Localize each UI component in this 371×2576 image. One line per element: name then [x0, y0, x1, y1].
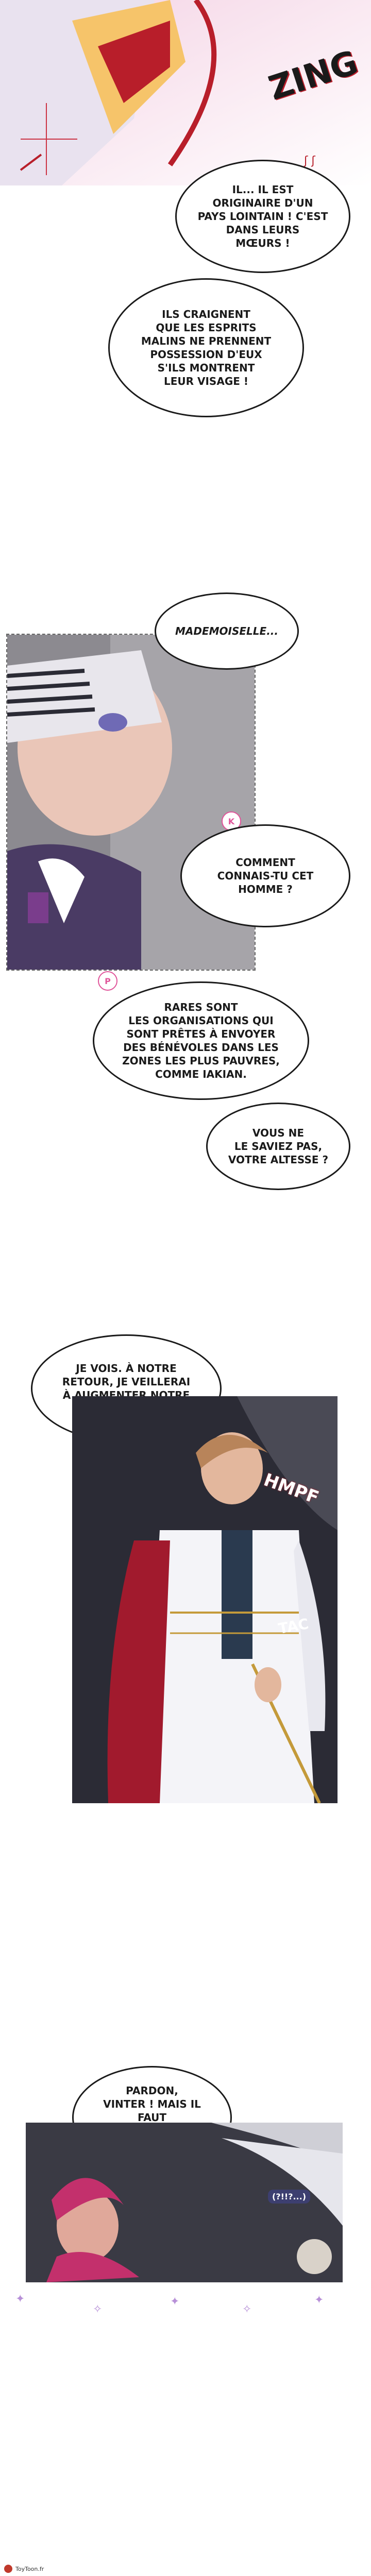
site-name: ToyToon.fr — [15, 2565, 44, 2572]
star-deco-1: ✦ — [15, 2293, 25, 2306]
prince-art — [72, 1396, 338, 1803]
masked-man-art — [7, 635, 255, 970]
star-deco-4: ✧ — [242, 2303, 252, 2316]
speech-bubble-5: RARES SONT LES ORGANISATIONS QUI SONT PR… — [93, 981, 309, 1100]
speech-bubble-2: ILS CRAIGNENT QUE LES ESPRITS MALINS NE … — [108, 278, 304, 417]
star-deco-3: ✦ — [170, 2295, 180, 2308]
speech-bubble-1: IL... IL EST ORIGINAIRE D'UN PAYS LOINTA… — [175, 160, 350, 273]
speech-bubble-3: MADEMOISELLE... — [155, 592, 299, 670]
site-logo-icon — [4, 2565, 12, 2573]
speaker-tag-p: P — [98, 971, 117, 991]
panel-prince — [72, 1396, 338, 1803]
star-deco-2: ✧ — [93, 2303, 103, 2316]
panel-masked-man — [6, 634, 256, 971]
speech-bubble-6: VOUS NE LE SAVIEZ PAS, VOTRE ALTESSE ? — [206, 1103, 350, 1190]
star-deco-5: ✦ — [314, 2294, 324, 2307]
sfx-dashes: ʃ ʃ — [304, 155, 315, 167]
speech-bubble-4: COMMENT CONNAIS-TU CET HOMME ? — [180, 824, 350, 927]
footer-watermark: ToyToon.fr — [4, 2565, 44, 2573]
sfx-huh: (?!!?...) — [268, 2190, 311, 2204]
